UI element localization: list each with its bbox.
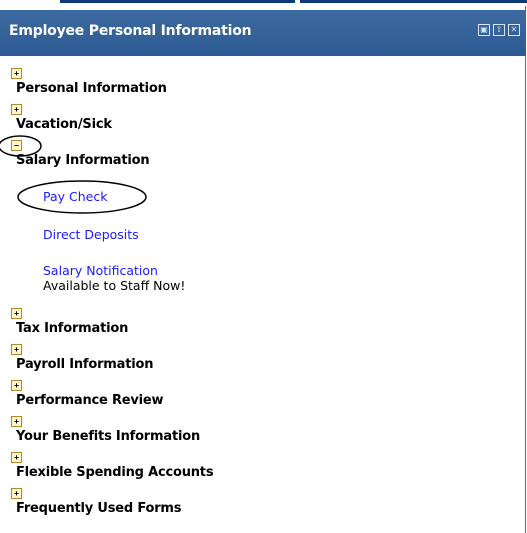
link-pay-check[interactable]: Pay Check [43,189,107,204]
section-salary-information[interactable]: Salary Information [16,153,150,168]
expand-icon[interactable]: + [11,416,22,427]
window-controls: ▣ ⇧ ✕ [478,24,520,36]
section-performance-review[interactable]: Performance Review [16,393,164,408]
restore-icon[interactable]: ▣ [478,24,490,36]
expand-icon[interactable]: + [11,344,22,355]
section-frequently-used-forms[interactable]: Frequently Used Forms [16,501,182,516]
move-icon[interactable]: ⇧ [493,24,505,36]
expand-icon[interactable]: + [11,380,22,391]
section-tax-information[interactable]: Tax Information [16,321,128,336]
section-vacation-sick[interactable]: Vacation/Sick [16,117,112,132]
expand-icon[interactable]: + [11,488,22,499]
section-flexible-spending-accounts[interactable]: Flexible Spending Accounts [16,465,214,480]
section-personal-information[interactable]: Personal Information [16,81,167,96]
expand-icon[interactable]: + [11,104,22,115]
expand-icon[interactable]: + [11,452,22,463]
portlet: Employee Personal Information ▣ ⇧ ✕ + Pe… [0,6,526,533]
top-edge-bar [60,0,295,3]
section-your-benefits-information[interactable]: Your Benefits Information [16,429,200,444]
collapse-icon[interactable]: − [11,140,22,151]
section-payroll-information[interactable]: Payroll Information [16,357,153,372]
expand-icon[interactable]: + [11,68,22,79]
portlet-titlebar: Employee Personal Information ▣ ⇧ ✕ [0,10,526,56]
portlet-title: Employee Personal Information [9,23,252,39]
expand-icon[interactable]: + [11,308,22,319]
top-edge-bar [300,0,527,3]
link-salary-notification[interactable]: Salary Notification [43,263,158,278]
salary-notification-note: Available to Staff Now! [43,278,186,293]
close-icon[interactable]: ✕ [508,24,520,36]
link-direct-deposits[interactable]: Direct Deposits [43,227,139,242]
